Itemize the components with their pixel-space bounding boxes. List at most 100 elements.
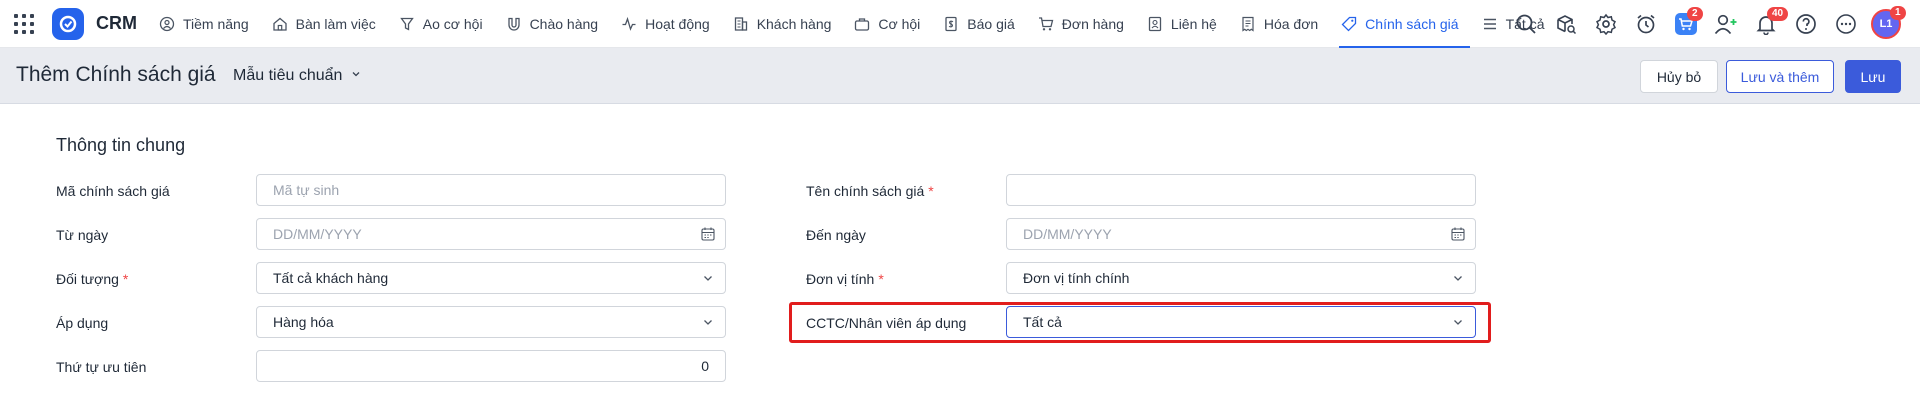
nav-label: Chào hàng [529, 16, 599, 32]
apply-label: Áp dụng [56, 315, 109, 331]
nav-item-tiem-nang[interactable]: Tiềm năng [159, 0, 260, 48]
brand-name[interactable]: CRM [96, 13, 137, 34]
building-icon [733, 16, 749, 32]
name-label-text: Tên chính sách giá [806, 183, 925, 199]
notification-bell-icon[interactable]: 40 [1746, 4, 1789, 44]
activity-icon [621, 16, 637, 32]
nav-item-chinh-sach-gia[interactable]: Chính sách giá [1339, 0, 1470, 48]
contact-icon [1147, 16, 1163, 32]
priority-value: 0 [701, 358, 709, 374]
tag-icon [1341, 16, 1357, 32]
crm-logo-icon[interactable] [52, 8, 84, 40]
target-label-text: Đối tượng [56, 271, 119, 287]
search-icon[interactable] [1506, 4, 1546, 44]
target-label: Đối tượng * [56, 271, 128, 287]
page-title: Thêm Chính sách giá [16, 63, 216, 86]
package-search-icon[interactable] [1546, 4, 1586, 44]
calendar-icon[interactable] [701, 227, 715, 241]
settings-gear-icon[interactable] [1586, 4, 1626, 44]
staff-select[interactable]: Tất cả [1006, 306, 1476, 338]
nav-label: Ao cơ hội [422, 16, 483, 32]
help-question-icon[interactable] [1786, 4, 1826, 44]
cart-count-badge: 2 [1687, 7, 1703, 21]
more-options-icon[interactable] [1826, 4, 1866, 44]
save-button[interactable]: Lưu [1845, 60, 1901, 93]
nav-item-lien-he[interactable]: Liên hệ [1147, 0, 1228, 48]
code-input[interactable]: Mã tự sinh [256, 174, 726, 206]
nav-label: Khách hàng [756, 16, 832, 32]
save-and-add-button[interactable]: Lưu và thêm [1726, 60, 1834, 93]
from-date-input[interactable]: DD/MM/YYYY [256, 218, 726, 250]
required-mark: * [122, 271, 129, 287]
unit-select[interactable]: Đơn vị tính chính [1006, 262, 1476, 294]
name-input[interactable] [1006, 174, 1476, 206]
header-actions: 2 40 L1 1 [1506, 0, 1906, 48]
lead-icon [159, 16, 175, 32]
calendar-icon[interactable] [1451, 227, 1465, 241]
from-date-label: Từ ngày [56, 227, 109, 243]
section-title: Thông tin chung [56, 135, 186, 155]
app-launcher-icon[interactable] [14, 14, 34, 34]
avatar-badge: 1 [1890, 6, 1906, 20]
menu-icon [1482, 16, 1498, 32]
alarm-clock-icon[interactable] [1626, 4, 1666, 44]
required-mark: * [928, 183, 934, 199]
from-date-placeholder: DD/MM/YYYY [273, 226, 362, 242]
unit-value: Đơn vị tính chính [1023, 270, 1130, 286]
shopping-cart-icon[interactable]: 2 [1666, 4, 1706, 44]
nav-item-don-hang[interactable]: Đơn hàng [1038, 0, 1135, 48]
cancel-button[interactable]: Hủy bỏ [1640, 60, 1718, 93]
target-value: Tất cả khách hàng [273, 270, 389, 286]
chevron-down-icon [350, 67, 362, 85]
home-icon [272, 16, 288, 32]
page-header: Thêm Chính sách giá Mẫu tiêu chuẩn Hủy b… [0, 48, 1920, 104]
nav-label: Liên hệ [1170, 16, 1217, 32]
nav-label: Đơn hàng [1061, 16, 1124, 32]
nav-item-khach-hang[interactable]: Khách hàng [733, 0, 843, 48]
nav-item-co-hoi[interactable]: Cơ hội [854, 0, 931, 48]
invoice-icon [1240, 16, 1256, 32]
to-date-input[interactable]: DD/MM/YYYY [1006, 218, 1476, 250]
nav-label: Cơ hội [878, 16, 921, 32]
nav-item-ao-co-hoi[interactable]: Ao cơ hội [399, 0, 494, 48]
apply-select[interactable]: Hàng hóa [256, 306, 726, 338]
nav-label: Hoạt động [645, 16, 710, 32]
magnet-icon [506, 16, 522, 32]
nav-label: Bàn làm việc [295, 16, 376, 32]
nav-label: Tiềm năng [183, 16, 249, 32]
template-label: Mẫu tiêu chuẩn [233, 67, 343, 84]
name-label: Tên chính sách giá * [806, 183, 934, 199]
priority-input[interactable]: 0 [256, 350, 726, 382]
staff-label: CCTC/Nhân viên áp dụng [806, 315, 967, 331]
top-navbar: CRM Tiềm năng Bàn làm việc Ao cơ hội Chà… [0, 0, 1920, 48]
notification-count-badge: 40 [1767, 7, 1789, 21]
nav-item-hoat-dong[interactable]: Hoạt động [621, 0, 721, 48]
target-select[interactable]: Tất cả khách hàng [256, 262, 726, 294]
funnel-icon [399, 16, 415, 32]
nav-label: Chính sách giá [1365, 16, 1459, 32]
nav-label: Hóa đơn [1263, 16, 1319, 32]
nav-item-bao-gia[interactable]: Báo giá [943, 0, 1025, 48]
nav-item-hoa-don[interactable]: Hóa đơn [1240, 0, 1329, 48]
code-placeholder: Mã tự sinh [273, 182, 340, 198]
quote-icon [943, 16, 959, 32]
to-date-label: Đến ngày [806, 227, 866, 243]
code-label: Mã chính sách giá [56, 183, 170, 199]
briefcase-icon [854, 16, 870, 32]
unit-label-text: Đơn vị tính [806, 271, 875, 287]
unit-label: Đơn vị tính * [806, 271, 884, 287]
to-date-placeholder: DD/MM/YYYY [1023, 226, 1112, 242]
chevron-down-icon [1451, 315, 1465, 329]
chevron-down-icon [701, 315, 715, 329]
user-avatar[interactable]: L1 1 [1866, 4, 1906, 44]
required-mark: * [878, 271, 884, 287]
apply-value: Hàng hóa [273, 314, 334, 330]
add-user-icon[interactable] [1706, 4, 1746, 44]
nav-item-ban-lam-viec[interactable]: Bàn làm việc [272, 0, 387, 48]
template-dropdown[interactable]: Mẫu tiêu chuẩn [233, 67, 362, 85]
main-menu: Tiềm năng Bàn làm việc Ao cơ hội Chào hà… [159, 0, 1567, 48]
chevron-down-icon [1451, 271, 1465, 285]
nav-item-chao-hang[interactable]: Chào hàng [506, 0, 610, 48]
cart-icon [1038, 16, 1054, 32]
chevron-down-icon [701, 271, 715, 285]
